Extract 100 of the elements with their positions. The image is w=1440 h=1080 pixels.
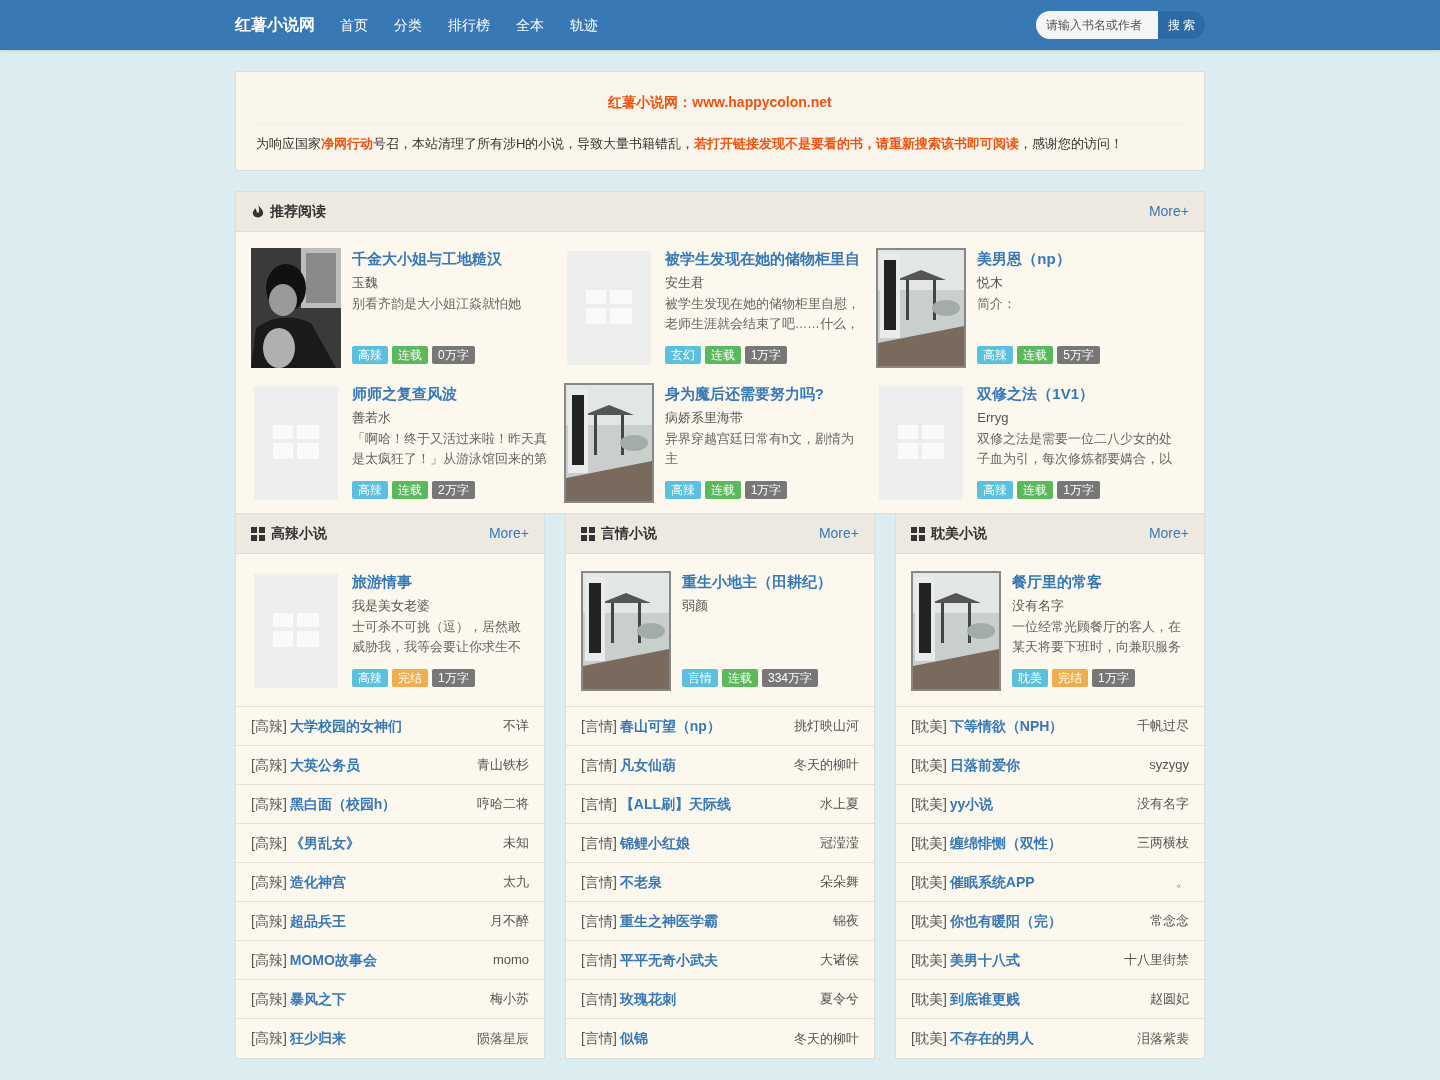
book-author: 大诸侯 <box>820 951 859 970</box>
book-tag: 言情 <box>682 669 718 687</box>
notice-text: 为响应国家净网行动号召，本站清理了所有涉H的小说，导致大量书籍错乱，若打开链接发现不是要看的书，请重新搜索该书即可阅读，感谢您的访问！ <box>256 135 1125 152</box>
book-author: 青山铁杉 <box>477 756 529 775</box>
book-link[interactable]: 重生之神医学霸 <box>619 910 718 932</box>
book-author: 不详 <box>503 717 529 736</box>
book-tag: 连载 <box>704 346 741 364</box>
book-author: 哼哈二将 <box>477 795 529 814</box>
book-title[interactable]: 被学生发现在她的储物柜里自 <box>664 248 863 270</box>
genre-label: [高辣] <box>251 833 287 853</box>
book-author: momo <box>492 951 529 970</box>
book-link[interactable]: 催眠系统APP <box>949 871 1035 893</box>
book-author: 冬天的柳叶 <box>794 756 859 775</box>
book-link[interactable]: 造化神宫 <box>289 871 346 893</box>
book-author: 我是美女老婆 <box>352 597 431 615</box>
book-link[interactable]: MOMO故事会 <box>289 949 377 971</box>
genre-label: [高辣] <box>251 911 287 931</box>
book-title[interactable]: 美男恩（np） <box>977 248 1176 270</box>
book-intro: 双修之法是需要一位二八少女的处子血为引，每次修炼都要媾合，以 <box>977 431 1174 468</box>
book-tag: 连载 <box>392 346 428 364</box>
genre-label: [高辣] <box>251 716 287 736</box>
book-author: 赵圆妃 <box>1150 990 1189 1009</box>
more-link[interactable]: More+ <box>1148 201 1189 222</box>
book-link[interactable]: 【ALL刷】天际线 <box>619 793 731 815</box>
section-title: 耽美小说 <box>931 524 987 543</box>
book-author: 锦夜 <box>833 912 859 931</box>
book-author: syzygy <box>1149 756 1189 775</box>
book-link[interactable]: 到底谁更贱 <box>949 988 1020 1010</box>
book-title[interactable]: 重生小地主（田耕纪） <box>682 571 832 593</box>
book-author: 悦木 <box>977 274 1005 292</box>
book-link[interactable]: 日落前爱你 <box>949 754 1020 776</box>
book-link[interactable]: 锦鲤小红娘 <box>619 832 690 854</box>
book-link[interactable]: 大英公务员 <box>289 754 360 776</box>
book-tag: 连载 <box>722 669 758 687</box>
nav-link[interactable]: 全本 <box>503 14 557 36</box>
book-title[interactable]: 双修之法（1V1） <box>977 383 1176 405</box>
genre-label: [言情] <box>581 911 617 931</box>
book-author: 没有名字 <box>1137 795 1189 814</box>
site-logo[interactable]: 红薯小说网 <box>235 13 315 37</box>
book-intro: 士可杀不可挑（逗），居然敢威胁我，我等会要让你求生不 <box>352 619 522 656</box>
book-link[interactable]: 春山可望（np） <box>619 715 721 737</box>
book-tag: 完结 <box>392 669 428 687</box>
book-author: 玉魏 <box>352 274 379 292</box>
book-tag: 高辣 <box>977 481 1014 499</box>
book-author: 梅小苏 <box>490 990 529 1009</box>
book-link[interactable]: 似锦 <box>619 1028 648 1049</box>
grid-icon <box>251 526 265 541</box>
genre-label: [言情] <box>581 833 617 853</box>
book-link[interactable]: 黑白面（校园h） <box>289 793 397 815</box>
book-link[interactable]: 暴风之下 <box>289 988 346 1010</box>
book-link[interactable]: 美男十八式 <box>949 949 1020 971</box>
book-link[interactable]: 超品兵王 <box>289 910 346 932</box>
nav-link[interactable]: 首页 <box>327 14 381 36</box>
book-link[interactable]: 大学校园的女神们 <box>289 715 402 737</box>
book-link[interactable]: 平平无奇小武夫 <box>619 949 718 971</box>
nav-link[interactable]: 轨迹 <box>557 14 611 36</box>
book-title[interactable]: 餐厅里的常客 <box>1012 571 1189 593</box>
book-title[interactable]: 旅游情事 <box>352 571 529 593</box>
genre-label: [言情] <box>581 755 617 775</box>
book-link[interactable]: 不老泉 <box>619 871 662 893</box>
book-link[interactable]: 《男乱女》 <box>289 832 360 854</box>
book-author: 弱颜 <box>682 597 709 615</box>
search-button[interactable]: 搜 索 <box>1157 11 1205 39</box>
book-author: 水上夏 <box>820 795 859 814</box>
more-link[interactable]: More+ <box>1148 523 1189 544</box>
more-link[interactable]: More+ <box>488 523 529 544</box>
book-tag: 5万字 <box>1057 346 1100 364</box>
book-link[interactable]: 下等情欲（NPH） <box>949 715 1064 737</box>
grid-icon <box>911 526 925 541</box>
book-tag: 连载 <box>1017 346 1054 364</box>
more-link[interactable]: More+ <box>818 523 859 544</box>
book-link[interactable]: 狂少归来 <box>289 1028 346 1049</box>
book-author: 月不醉 <box>490 912 529 931</box>
book-tag: 高辣 <box>977 346 1014 364</box>
book-link[interactable]: 凡女仙葫 <box>619 754 676 776</box>
book-tag: 连载 <box>704 481 741 499</box>
book-link[interactable]: 玫瑰花刺 <box>619 988 676 1010</box>
book-tag: 耽美 <box>1012 669 1048 687</box>
book-title[interactable]: 身为魔后还需要努力吗? <box>664 383 863 405</box>
book-title[interactable]: 师师之复查风波 <box>352 383 550 405</box>
book-link[interactable]: 缠绵悱恻（双性） <box>949 832 1062 854</box>
book-tag: 2万字 <box>432 481 475 499</box>
genre-label: [言情] <box>581 1029 617 1048</box>
genre-label: [高辣] <box>251 755 287 775</box>
book-author: 冠滢滢 <box>820 834 859 853</box>
book-link[interactable]: 你也有暖阳（完） <box>949 910 1062 932</box>
book-link[interactable]: 不存在的男人 <box>949 1028 1034 1049</box>
book-link[interactable]: yy小说 <box>949 793 994 815</box>
book-title[interactable]: 千金大小姐与工地糙汉 <box>352 248 550 270</box>
genre-label: [高辣] <box>251 872 287 892</box>
section-title: 推荐阅读 <box>270 202 326 221</box>
search-field[interactable]: 请输入书名或作者 <box>1035 11 1158 39</box>
book-author: 病娇系里海带 <box>664 409 744 427</box>
genre-label: [耽美] <box>911 989 947 1009</box>
nav-link[interactable]: 排行榜 <box>435 14 503 36</box>
book-author: 陨落星辰 <box>477 1029 529 1048</box>
nav-link[interactable]: 分类 <box>381 14 435 36</box>
book-tag: 高辣 <box>352 346 388 364</box>
genre-label: [言情] <box>581 794 617 814</box>
book-intro: 被学生发现在她的储物柜里自慰，老师生涯就会结束了吧……什么， <box>664 296 861 333</box>
